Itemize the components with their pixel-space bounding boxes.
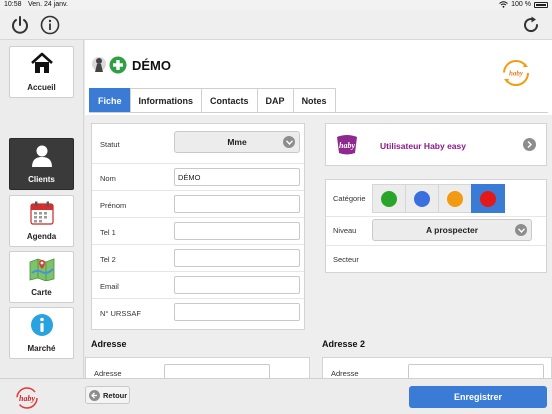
tab-dap[interactable]: DAP	[256, 88, 294, 112]
page-title: DÉMO	[132, 57, 171, 73]
divider	[326, 216, 546, 217]
tel1-row: Tel 1	[92, 218, 304, 245]
haby-user-logo: haby	[337, 135, 357, 155]
back-label: Retour	[103, 390, 128, 400]
identity-form: Statut Mme Nom DÉMO Prénom Tel 1 Tel 2 E…	[91, 123, 305, 330]
tab-informations[interactable]: Informations	[129, 88, 203, 112]
sidebar-item-agenda[interactable]: Agenda	[9, 195, 74, 247]
chevron-down-icon	[515, 224, 527, 236]
svg-text:haby: haby	[509, 70, 524, 78]
sidebar: Accueil Clients Agenda Carte Marché	[0, 40, 84, 378]
sidebar-item-label: Clients	[28, 175, 55, 184]
form-area: Statut Mme Nom DÉMO Prénom Tel 1 Tel 2 E…	[85, 115, 552, 387]
email-label: Email	[100, 282, 119, 291]
red-dot	[480, 190, 496, 207]
user-icon	[31, 145, 52, 167]
divider	[326, 245, 546, 246]
user-selector[interactable]: haby Utilisateur Haby easy	[325, 123, 547, 166]
calendar-icon	[29, 201, 54, 225]
save-button[interactable]: Enregistrer	[409, 386, 547, 408]
category-red[interactable]	[471, 184, 505, 213]
bottom-bar: haby Retour Enregistrer	[0, 378, 552, 414]
adresse-title: Adresse	[91, 339, 127, 349]
tab-fiche[interactable]: Fiche	[89, 88, 131, 112]
main-content: DÉMO haby Fiche Informations Contacts DA…	[85, 40, 552, 387]
add-client-icon	[109, 56, 127, 74]
urssaf-row: N° URSSAF	[92, 299, 304, 326]
sidebar-item-label: Marché	[27, 344, 56, 353]
sidebar-item-clients[interactable]: Clients	[9, 138, 74, 190]
battery-percent: 100 %	[511, 1, 531, 8]
haby-footer-logo: haby	[16, 387, 38, 409]
haby-logo: haby	[503, 60, 529, 86]
email-row: Email	[92, 272, 304, 299]
wifi-icon	[499, 1, 508, 8]
niveau-value: A prospecter	[425, 225, 479, 235]
top-bar	[0, 10, 552, 40]
email-field[interactable]	[174, 276, 300, 294]
info-icon	[30, 314, 53, 336]
sidebar-item-label: Agenda	[26, 232, 57, 241]
sidebar-item-label: Carte	[31, 288, 52, 297]
status-date: Ven. 24 janv.	[28, 1, 68, 8]
battery-icon	[534, 1, 548, 8]
sidebar-item-accueil[interactable]: Accueil	[9, 46, 74, 98]
orange-dot	[447, 190, 463, 207]
svg-text:haby: haby	[339, 141, 355, 150]
info-circle-icon[interactable]	[39, 14, 61, 36]
chevron-down-icon	[283, 136, 295, 148]
status-bar: 10:58 Ven. 24 janv. 100 %	[0, 0, 552, 10]
gender-icon	[92, 57, 106, 72]
nom-row: Nom DÉMO	[92, 164, 304, 191]
tel2-row: Tel 2	[92, 245, 304, 272]
adresse2-title: Adresse 2	[322, 339, 366, 349]
green-dot	[381, 190, 397, 207]
prenom-label: Prénom	[100, 201, 127, 210]
tab-notes[interactable]: Notes	[292, 88, 336, 112]
arrow-left-icon	[89, 389, 100, 401]
tel1-label: Tel 1	[100, 228, 116, 237]
secteur-label: Secteur	[333, 255, 359, 264]
sidebar-item-carte[interactable]: Carte	[9, 251, 74, 303]
category-color-picker	[372, 184, 508, 213]
niveau-label: Niveau	[333, 226, 357, 235]
nom-field[interactable]: DÉMO	[174, 168, 300, 186]
sidebar-item-marche[interactable]: Marché	[9, 307, 74, 359]
niveau-select[interactable]: A prospecter	[372, 219, 532, 241]
prenom-field[interactable]	[174, 195, 300, 213]
nom-label: Nom	[100, 174, 116, 183]
statut-select[interactable]: Mme	[174, 131, 300, 153]
map-icon	[29, 258, 54, 281]
sidebar-item-label: Accueil	[27, 83, 56, 92]
statut-value: Mme	[227, 137, 247, 147]
category-orange[interactable]	[438, 184, 472, 213]
svg-text:haby: haby	[19, 394, 35, 403]
status-right: 100 %	[499, 1, 548, 8]
back-button[interactable]: Retour	[85, 386, 130, 404]
blue-dot	[414, 190, 430, 207]
tab-contacts[interactable]: Contacts	[201, 88, 258, 112]
categorie-label: Catégorie	[333, 194, 366, 203]
statut-row: Statut Mme	[92, 124, 304, 164]
home-icon	[30, 52, 53, 73]
tel1-field[interactable]	[174, 222, 300, 240]
user-name: Utilisateur Haby easy	[380, 141, 466, 151]
status-time: 10:58	[4, 1, 22, 8]
refresh-icon[interactable]	[520, 14, 542, 36]
tel2-field[interactable]	[174, 249, 300, 267]
adresse-label: Adresse	[94, 369, 122, 378]
category-blue[interactable]	[405, 184, 439, 213]
statut-label: Statut	[100, 140, 120, 149]
chevron-right-icon	[523, 138, 536, 151]
power-icon[interactable]	[9, 14, 31, 36]
tel2-label: Tel 2	[100, 255, 116, 264]
prenom-row: Prénom	[92, 191, 304, 218]
page-header: DÉMO	[91, 56, 171, 74]
tab-bar: Fiche Informations Contacts DAP Notes	[89, 88, 548, 113]
classification-panel: Catégorie Niveau A prospecter Secteur	[325, 179, 547, 273]
urssaf-label: N° URSSAF	[100, 309, 141, 318]
adresse2-label: Adresse	[331, 369, 359, 378]
urssaf-field[interactable]	[174, 303, 300, 321]
category-green[interactable]	[372, 184, 406, 213]
